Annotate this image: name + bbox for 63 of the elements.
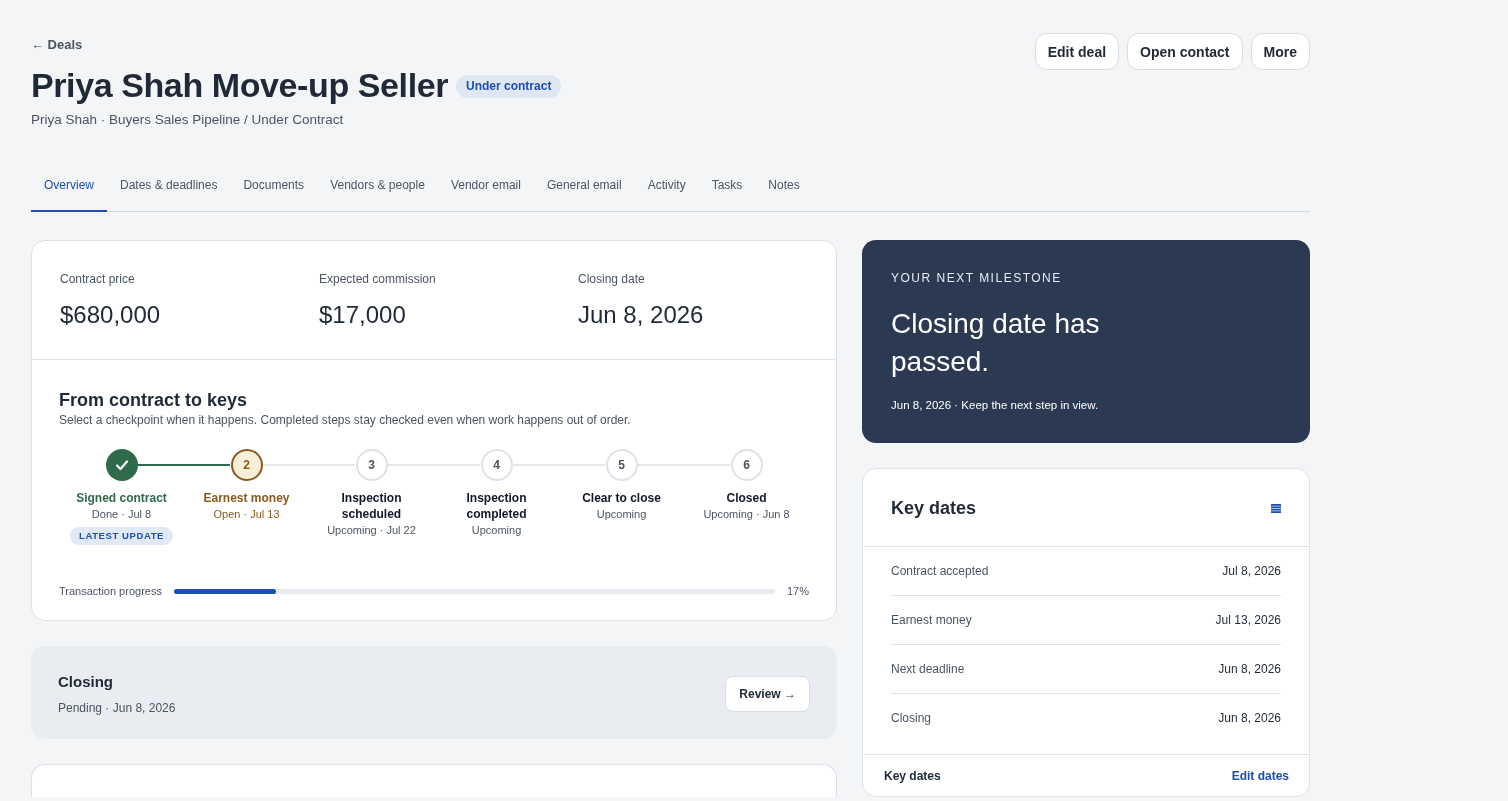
section-title: From contract to keys: [59, 389, 249, 412]
step-detail: Open · Jul 13: [213, 507, 280, 522]
date-label: Next deadline: [891, 661, 965, 677]
grid-icon[interactable]: [1271, 503, 1281, 513]
step-label: Earnest money: [203, 490, 290, 506]
tab[interactable]: Activity: [634, 160, 699, 212]
review-button[interactable]: Review →: [725, 676, 810, 712]
date-value: Jun 8, 2026: [1218, 661, 1281, 677]
checkpoint-button[interactable]: 6: [730, 449, 763, 481]
milestone-title: Closing date has passed.: [891, 307, 1101, 379]
checkpoint-button[interactable]: 5: [605, 449, 638, 481]
check-circle-icon[interactable]: [105, 449, 138, 481]
step-detail: Upcoming: [471, 523, 522, 538]
step-label: Closed: [726, 490, 767, 506]
checkpoint-button[interactable]: 2: [230, 449, 263, 481]
step-label: Signed contract: [76, 490, 167, 506]
card-title: Key dates: [891, 497, 977, 520]
tab[interactable]: Overview: [31, 160, 107, 212]
tab[interactable]: Documents: [230, 160, 318, 212]
date-value: Jul 8, 2026: [1222, 563, 1281, 579]
progress-percent: 17%: [786, 584, 809, 599]
progress-label: Transaction progress: [59, 584, 162, 599]
date-label: Closing: [891, 710, 932, 726]
step-label: Inspection completed: [465, 490, 528, 522]
stat-label: Closing date: [578, 271, 646, 287]
tab[interactable]: Vendor email: [437, 160, 534, 212]
checkpoint-button[interactable]: 3: [355, 449, 388, 481]
step-detail: Upcoming · Jul 22: [327, 523, 416, 538]
deal-subtitle: Priya Shah · Buyers Sales Pipeline / Under Contract: [31, 111, 345, 129]
checkpoint-button[interactable]: 4: [480, 449, 513, 481]
stat-label: Contract price: [60, 271, 136, 287]
step-detail: Upcoming · Jun 8: [703, 507, 790, 522]
stat-value: $17,000: [319, 300, 407, 330]
step-detail: Done · Jul 8: [91, 507, 152, 522]
step-label: Inspection scheduled: [340, 490, 403, 522]
edit-dates-link[interactable]: Edit dates: [1231, 767, 1289, 784]
deal-title: Priya Shah Move-up Seller: [31, 65, 449, 106]
action-button[interactable]: More: [1250, 33, 1310, 70]
stat-label: Expected commission: [319, 271, 437, 287]
tab[interactable]: Dates & deadlines: [107, 160, 231, 212]
tab[interactable]: Notes: [755, 160, 813, 212]
tab[interactable]: Tasks: [698, 160, 756, 212]
stat-value: $680,000: [60, 300, 162, 330]
tab[interactable]: Vendors & people: [317, 160, 438, 212]
closing-detail: Pending · Jun 8, 2026: [58, 700, 176, 716]
date-value: Jun 8, 2026: [1218, 710, 1281, 726]
milestone-eyebrow: YOUR NEXT MILESTONE: [891, 270, 1063, 286]
back-link[interactable]: ← Deals: [31, 36, 83, 54]
step-detail: Upcoming: [596, 507, 647, 522]
date-value: Jul 13, 2026: [1215, 612, 1281, 628]
date-label: Earnest money: [891, 612, 972, 628]
stat-value: Jun 8, 2026: [578, 300, 705, 330]
date-label: Contract accepted: [891, 563, 989, 579]
milestone-detail: Jun 8, 2026 · Keep the next step in view.: [891, 398, 1100, 413]
latest-update-badge: LATEST UPDATE: [70, 527, 173, 545]
action-button[interactable]: Edit deal: [1034, 33, 1120, 70]
action-button[interactable]: Open contact: [1127, 33, 1243, 70]
section-description: Select a checkpoint when it happens. Completed steps stay checked even when work happens out of order.: [59, 412, 632, 428]
status-badge: Under contract: [456, 74, 562, 98]
footer-label: Key dates: [884, 767, 941, 784]
tab[interactable]: General email: [533, 160, 635, 212]
closing-title: Closing: [58, 672, 114, 692]
step-label: Clear to close: [582, 490, 661, 506]
